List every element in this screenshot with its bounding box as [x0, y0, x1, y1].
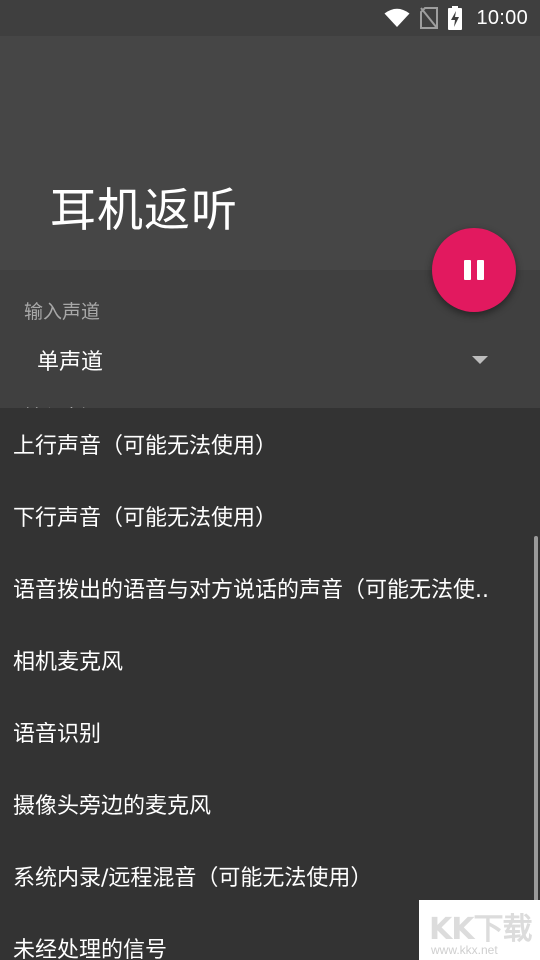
pause-button[interactable]	[432, 228, 516, 312]
app-title: 耳机返听	[50, 183, 238, 237]
screen: 10:00 耳机返听 输入声道 单声道 输入来源 上行声音（可能无法使用） 下行…	[0, 0, 540, 960]
watermark-url: www.kkx.net	[431, 943, 498, 957]
status-time: 10:00	[476, 6, 528, 29]
option-label: 摄像头旁边的麦克风	[13, 794, 212, 819]
wifi-icon	[384, 8, 410, 28]
watermark: KK下载 www.kkx.net	[419, 900, 540, 960]
source-option-downlink[interactable]: 下行声音（可能无法使用）	[0, 480, 534, 552]
source-option-camcorder[interactable]: 相机麦克风	[0, 624, 534, 696]
source-dropdown-list: 上行声音（可能无法使用） 下行声音（可能无法使用） 语音拨出的语音与对方说话的声…	[0, 408, 540, 960]
source-option-voice-recognition[interactable]: 语音识别	[0, 696, 534, 768]
channel-value: 单声道	[37, 350, 104, 375]
status-bar: 10:00	[0, 0, 540, 36]
source-option-uplink[interactable]: 上行声音（可能无法使用）	[0, 408, 534, 480]
source-option-voice-call[interactable]: 语音拨出的语音与对方说话的声音（可能无法使..	[0, 552, 534, 624]
channel-label: 输入声道	[24, 301, 101, 323]
source-option-camera-mic[interactable]: 摄像头旁边的麦克风	[0, 768, 534, 840]
status-icons: 10:00	[384, 0, 528, 36]
option-label: 相机麦克风	[13, 650, 124, 675]
no-sim-icon	[420, 7, 439, 29]
scrollbar[interactable]	[534, 536, 538, 960]
option-label: 上行声音（可能无法使用）	[13, 434, 278, 459]
battery-charging-icon	[448, 6, 463, 30]
watermark-logo: KK下载	[429, 912, 532, 947]
option-label: 下行声音（可能无法使用）	[13, 506, 278, 531]
pause-icon	[464, 260, 484, 280]
option-label: 语音拨出的语音与对方说话的声音（可能无法使..	[13, 578, 489, 603]
option-label: 语音识别	[13, 722, 102, 747]
channel-select[interactable]: 单声道	[24, 338, 516, 382]
option-label: 系统内录/远程混音（可能无法使用）	[13, 866, 373, 891]
chevron-down-icon	[472, 356, 488, 364]
